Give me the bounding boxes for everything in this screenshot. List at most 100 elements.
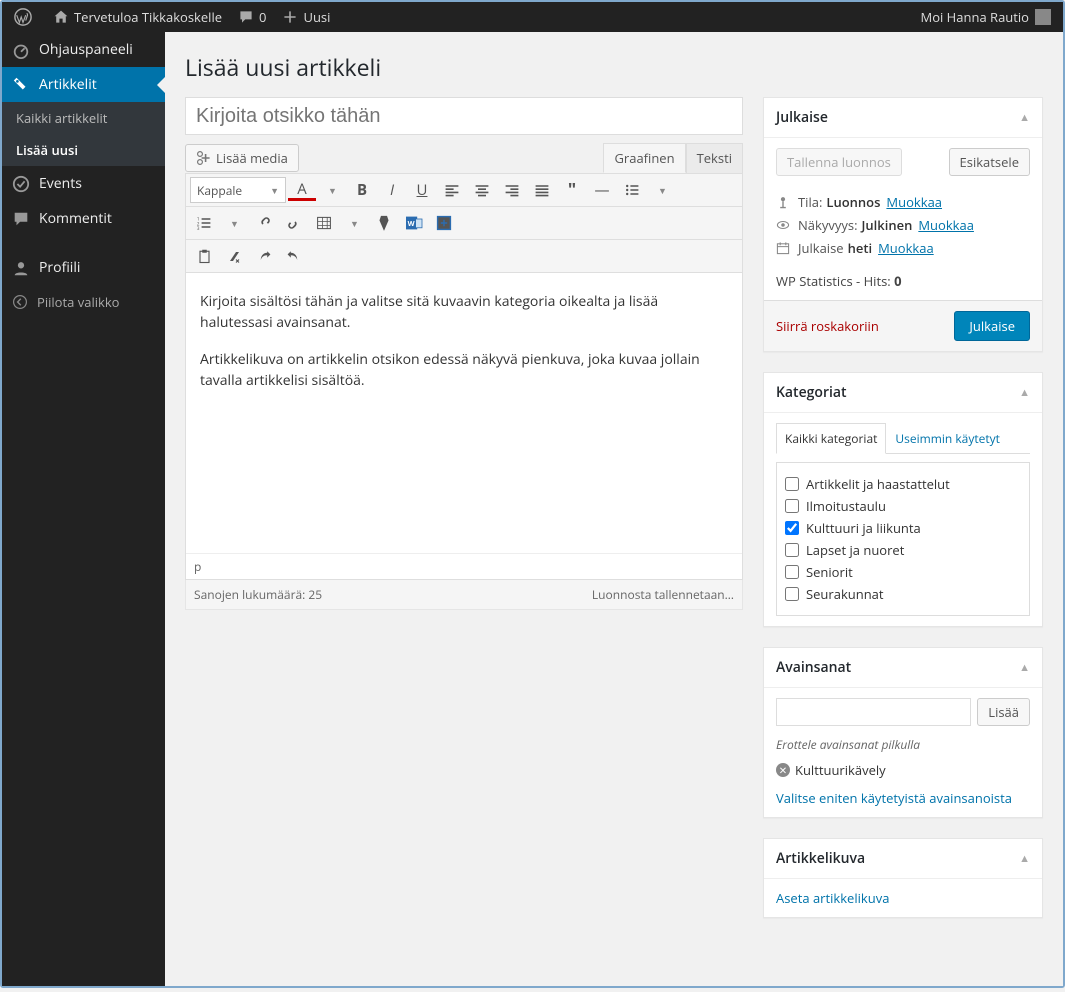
- submenu-all-posts[interactable]: Kaikki artikkelit: [2, 102, 165, 134]
- add-tag-button[interactable]: Lisää: [977, 698, 1030, 726]
- link-button[interactable]: [250, 210, 278, 236]
- submenu-posts: Kaikki artikkelit Lisää uusi: [2, 102, 165, 166]
- tab-text[interactable]: Teksti: [686, 143, 743, 173]
- body-paragraph: Artikkelikuva on artikkelin otsikon edes…: [200, 349, 728, 391]
- category-checkbox[interactable]: [785, 565, 799, 579]
- page-title: Lisää uusi artikkeli: [185, 42, 1043, 87]
- menu-events[interactable]: Events: [2, 166, 165, 201]
- category-item[interactable]: Kulttuuri ja liikunta: [785, 519, 1021, 537]
- table-button[interactable]: [310, 210, 338, 236]
- word-paste-button[interactable]: W: [400, 210, 428, 236]
- table-caret[interactable]: ▼: [340, 210, 368, 236]
- toolbar-toggle-button[interactable]: [430, 210, 458, 236]
- tab-all-categories[interactable]: Kaikki kategoriat: [776, 423, 886, 454]
- category-checkbox[interactable]: [785, 587, 799, 601]
- avatar: [1035, 9, 1051, 25]
- hr-button[interactable]: —: [588, 177, 616, 203]
- tab-visual[interactable]: Graafinen: [603, 143, 685, 173]
- underline-button[interactable]: U: [408, 177, 436, 203]
- editor-body[interactable]: Kirjoita sisältösi tähän ja valitse sitä…: [186, 273, 742, 553]
- toggle-icon[interactable]: ▲: [1019, 660, 1030, 675]
- site-name[interactable]: Tervetuloa Tikkakoskelle: [45, 2, 230, 32]
- align-right-button[interactable]: [498, 177, 526, 203]
- align-left-button[interactable]: [438, 177, 466, 203]
- set-featured-image-link[interactable]: Aseta artikkelikuva: [776, 889, 1030, 907]
- menu-posts[interactable]: Artikkelit: [2, 67, 165, 102]
- collapse-menu[interactable]: Piilota valikko: [2, 285, 165, 319]
- publish-box: Julkaise ▲ Tallenna luonnos Esikatsele Ti…: [763, 97, 1043, 352]
- toggle-icon[interactable]: ▲: [1019, 110, 1030, 125]
- my-account[interactable]: Moi Hanna Rautio: [913, 2, 1059, 32]
- italic-button[interactable]: I: [378, 177, 406, 203]
- publish-date-row: JulkaisehetiMuokkaa: [776, 239, 1030, 257]
- visibility-row: Näkyvyys:JulkinenMuokkaa: [776, 216, 1030, 234]
- save-draft-button[interactable]: Tallenna luonnos: [776, 148, 902, 176]
- publish-button[interactable]: Julkaise: [954, 311, 1030, 341]
- submenu-add-post[interactable]: Lisää uusi: [2, 134, 165, 166]
- tag-hint: Erottele avainsanat pilkulla: [776, 736, 1030, 753]
- menu-comments[interactable]: Kommentit: [2, 201, 165, 236]
- publish-title: Julkaise: [776, 108, 828, 127]
- numlist-caret[interactable]: ▼: [220, 210, 248, 236]
- category-checkbox[interactable]: [785, 477, 799, 491]
- remove-tag-icon[interactable]: ✕: [776, 763, 790, 777]
- format-select[interactable]: Kappale▼: [190, 177, 286, 203]
- edit-visibility-link[interactable]: Muokkaa: [918, 216, 974, 234]
- text-color-button[interactable]: A: [288, 179, 316, 201]
- toggle-icon[interactable]: ▲: [1019, 851, 1030, 866]
- new-content[interactable]: Uusi: [274, 2, 338, 32]
- category-label: Seurakunnat: [806, 585, 884, 603]
- add-media-button[interactable]: Lisää media: [185, 144, 299, 172]
- word-count: Sanojen lukumäärä: 25: [194, 586, 322, 603]
- numbered-list-button[interactable]: 123: [190, 210, 218, 236]
- category-checkbox[interactable]: [785, 499, 799, 513]
- tags-box: Avainsanat ▲ Lisää Erottele avainsanat pi…: [763, 647, 1043, 818]
- menu-profile[interactable]: Profiili: [2, 250, 165, 285]
- undo-button[interactable]: [280, 243, 308, 269]
- editor: Kappale▼ A ▼ B I U " — ▼ 123 ▼ ▼ W: [185, 173, 743, 580]
- status-row: Tila:LuonnosMuokkaa: [776, 193, 1030, 211]
- bold-button[interactable]: B: [348, 177, 376, 203]
- paste-button[interactable]: [190, 243, 218, 269]
- category-label: Seniorit: [806, 563, 853, 581]
- unlink-button[interactable]: [280, 210, 308, 236]
- body-paragraph: Kirjoita sisältösi tähän ja valitse sitä…: [200, 291, 728, 333]
- category-checkbox[interactable]: [785, 543, 799, 557]
- wp-logo[interactable]: [6, 2, 45, 32]
- category-list: Artikkelit ja haastattelut Ilmoitustaulu K…: [776, 462, 1030, 616]
- admin-bar: Tervetuloa Tikkakoskelle 0 Uusi Moi Hann…: [2, 2, 1063, 32]
- comments-count[interactable]: 0: [230, 2, 274, 32]
- toggle-icon[interactable]: ▲: [1019, 385, 1030, 400]
- element-path[interactable]: p: [186, 553, 742, 579]
- menu-dashboard[interactable]: Ohjauspaneeli: [2, 32, 165, 67]
- category-item[interactable]: Seurakunnat: [785, 585, 1021, 603]
- edit-date-link[interactable]: Muokkaa: [878, 239, 934, 257]
- post-title-input[interactable]: [185, 97, 743, 135]
- tags-title: Avainsanat: [776, 658, 851, 677]
- toolbar-row-2: 123 ▼ ▼ W: [186, 207, 742, 240]
- align-center-button[interactable]: [468, 177, 496, 203]
- category-label: Ilmoitustaulu: [806, 497, 886, 515]
- text-color-caret[interactable]: ▼: [318, 177, 346, 203]
- clear-formatting-button[interactable]: [220, 243, 248, 269]
- category-item[interactable]: Lapset ja nuoret: [785, 541, 1021, 559]
- popular-tags-link[interactable]: Valitse eniten käytetyistä avainsanoista: [776, 789, 1030, 807]
- edit-status-link[interactable]: Muokkaa: [886, 193, 942, 211]
- blockquote-button[interactable]: ": [558, 177, 586, 203]
- tag-input[interactable]: [776, 698, 971, 726]
- category-item[interactable]: Seniorit: [785, 563, 1021, 581]
- bulleted-list-button[interactable]: [618, 177, 646, 203]
- redo-button[interactable]: [250, 243, 278, 269]
- trash-link[interactable]: Siirrä roskakoriin: [776, 317, 879, 335]
- anchor-button[interactable]: [370, 210, 398, 236]
- category-item[interactable]: Artikkelit ja haastattelut: [785, 475, 1021, 493]
- tab-popular-categories[interactable]: Useimmin käytetyt: [886, 423, 1009, 454]
- featured-image-title: Artikkelikuva: [776, 849, 865, 868]
- category-checkbox[interactable]: [785, 521, 799, 535]
- list-caret[interactable]: ▼: [648, 177, 676, 203]
- align-justify-button[interactable]: [528, 177, 556, 203]
- category-label: Lapset ja nuoret: [806, 541, 904, 559]
- wp-stats: WP Statistics - Hits: 0: [776, 272, 1030, 290]
- preview-button[interactable]: Esikatsele: [949, 148, 1030, 176]
- category-item[interactable]: Ilmoitustaulu: [785, 497, 1021, 515]
